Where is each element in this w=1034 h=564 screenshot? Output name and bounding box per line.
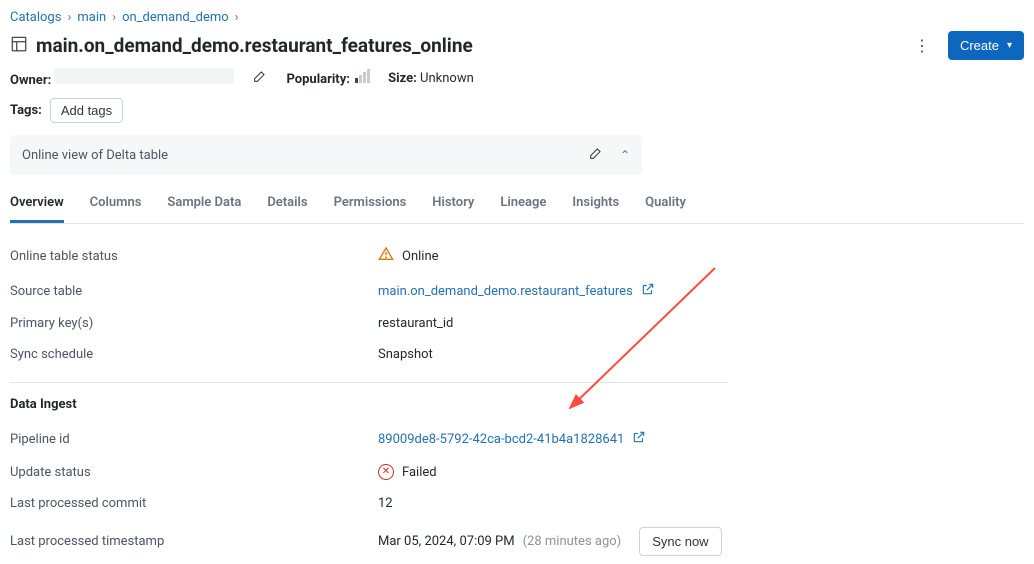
breadcrumb: Catalogs › main › on_demand_demo › [10,10,1024,25]
failed-icon: ✕ [378,464,394,480]
size-value: Unknown [420,71,474,86]
owner-value [54,68,234,84]
update-status-value: Failed [402,465,437,480]
sync-schedule-label: Sync schedule [10,347,378,362]
last-commit-value: 12 [378,496,393,511]
tags-row: Tags: Add tags [10,98,1024,123]
last-timestamp-relative: (28 minutes ago) [523,534,622,549]
tab-columns[interactable]: Columns [90,189,142,223]
create-button[interactable]: Create ▾ [948,31,1024,60]
external-link-icon[interactable] [641,282,655,300]
row-last-timestamp: Last processed timestamp Mar 05, 2024, 0… [10,519,1024,564]
row-primary-key: Primary key(s) restaurant_id [10,308,1024,339]
last-timestamp-value: Mar 05, 2024, 07:09 PM [378,534,515,549]
tab-overview[interactable]: Overview [10,189,64,223]
tab-insights[interactable]: Insights [572,189,619,223]
size-label: Size: [388,71,417,86]
popularity-label: Popularity: [286,72,349,87]
description-text: Online view of Delta table [22,148,168,163]
row-sync-schedule: Sync schedule Snapshot [10,339,1024,370]
source-table-link[interactable]: main.on_demand_demo.restaurant_features [378,284,633,299]
sync-now-button[interactable]: Sync now [639,527,721,556]
update-status-label: Update status [10,465,378,480]
external-link-icon[interactable] [632,430,646,448]
collapse-description-icon[interactable]: ⌃ [620,148,630,162]
data-ingest-heading: Data Ingest [10,397,1024,412]
tags-label: Tags: [10,103,42,118]
tab-lineage[interactable]: Lineage [500,189,546,223]
online-status-value: Online [402,249,439,264]
row-source-table: Source table main.on_demand_demo.restaur… [10,274,1024,308]
edit-owner-icon[interactable] [252,68,268,88]
breadcrumb-catalog-main[interactable]: main [77,10,106,25]
popularity-bars-icon [355,69,370,83]
create-button-label: Create [960,38,999,53]
chevron-right-icon: › [235,10,239,25]
source-table-label: Source table [10,284,378,299]
tab-quality[interactable]: Quality [645,189,686,223]
meta-row: Owner: Popularity: Size: Unknown [10,68,1024,88]
tab-details[interactable]: Details [267,189,307,223]
pipeline-id-label: Pipeline id [10,432,378,447]
pipeline-id-link[interactable]: 89009de8-5792-42ca-bcd2-41b4a1828641 [378,432,624,447]
owner-label: Owner: [10,73,51,88]
tab-history[interactable]: History [432,189,474,223]
last-timestamp-label: Last processed timestamp [10,534,378,549]
row-pipeline-id: Pipeline id 89009de8-5792-42ca-bcd2-41b4… [10,422,1024,456]
breadcrumb-schema[interactable]: on_demand_demo [122,10,229,25]
primary-key-value: restaurant_id [378,316,453,331]
primary-key-label: Primary key(s) [10,316,378,331]
sync-schedule-value: Snapshot [378,347,433,362]
tab-bar: Overview Columns Sample Data Details Per… [10,189,1024,224]
last-commit-label: Last processed commit [10,496,378,511]
row-last-commit: Last processed commit 12 [10,488,1024,519]
chevron-down-icon: ▾ [1007,40,1012,51]
description-bar: Online view of Delta table ⌃ [10,135,642,175]
online-table-icon [10,35,28,57]
tab-permissions[interactable]: Permissions [334,189,407,223]
warning-icon [378,246,394,266]
title-row: main.on_demand_demo.restaurant_features_… [10,31,1024,60]
breadcrumb-catalogs[interactable]: Catalogs [10,10,61,25]
edit-description-icon[interactable] [588,145,604,165]
chevron-right-icon: › [112,10,116,25]
online-status-label: Online table status [10,249,378,264]
divider [10,382,728,383]
page-title: main.on_demand_demo.restaurant_features_… [36,34,473,57]
add-tags-button[interactable]: Add tags [50,98,123,123]
row-online-status: Online table status Online [10,238,1024,274]
tab-sample-data[interactable]: Sample Data [167,189,241,223]
chevron-right-icon: › [67,10,71,25]
row-update-status: Update status ✕ Failed [10,456,1024,488]
kebab-menu-icon[interactable]: ⋮ [908,32,936,59]
